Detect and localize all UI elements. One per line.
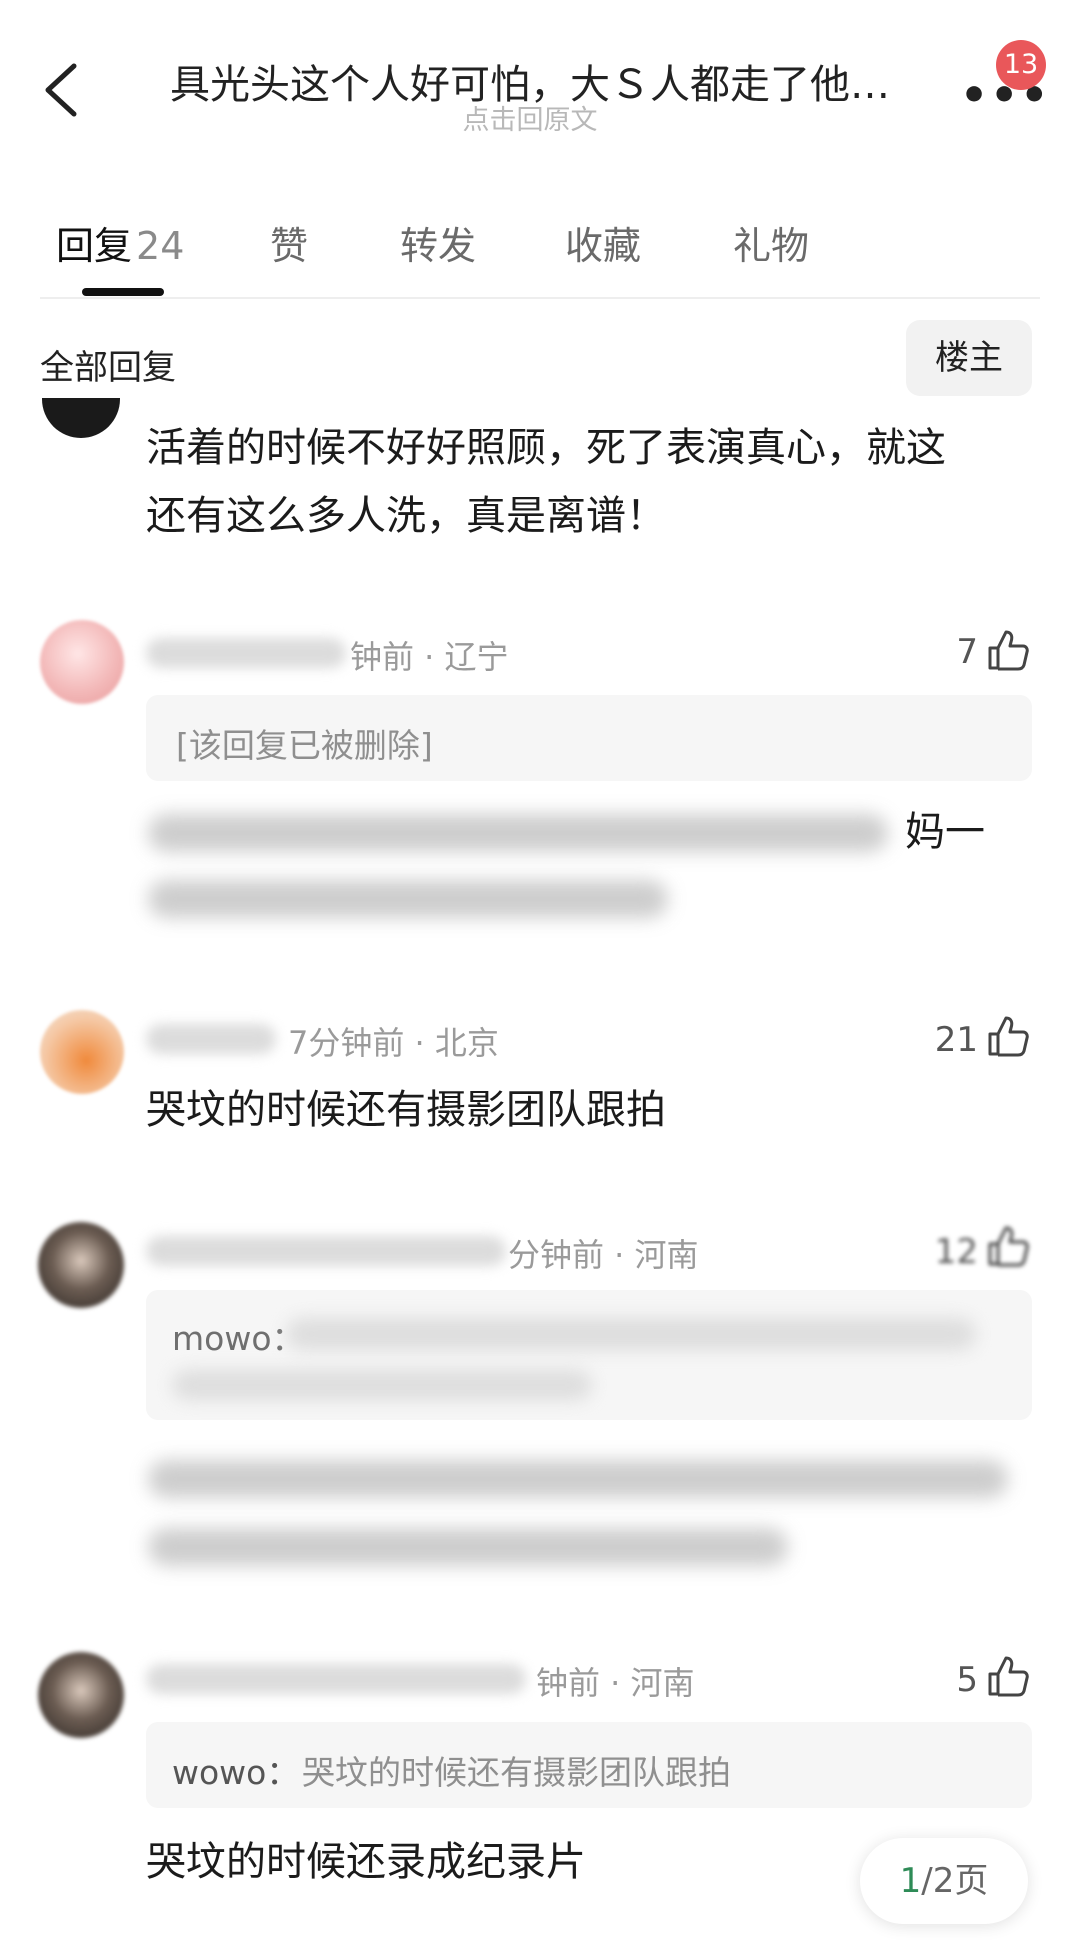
tab-divider xyxy=(40,297,1040,299)
quoted-reply: mowo： xyxy=(146,1290,1032,1420)
avatar[interactable] xyxy=(38,1652,124,1738)
tab-replies-label: 回复 xyxy=(56,224,133,268)
like-count: 12 xyxy=(934,1232,978,1272)
blurred-text xyxy=(286,1318,976,1350)
current-page: 1 xyxy=(899,1861,922,1901)
comment-meta: 钟前 · 辽宁 xyxy=(350,638,509,676)
thumbs-up-icon[interactable] xyxy=(986,1654,1030,1698)
thumbs-up-icon[interactable] xyxy=(986,1014,1030,1058)
tab-reposts[interactable]: 转发 xyxy=(400,215,476,270)
comment-meta: 钟前 · 河南 xyxy=(536,1664,695,1702)
comment-meta: 7分钟前 · 北京 xyxy=(288,1024,499,1062)
active-tab-indicator xyxy=(82,288,164,296)
avatar[interactable] xyxy=(40,620,124,704)
username-blurred[interactable] xyxy=(146,1024,276,1054)
all-replies-heading: 全部回复 xyxy=(40,348,176,388)
like-count: 21 xyxy=(934,1020,978,1060)
quoted-reply-user: wowo： xyxy=(172,1753,300,1792)
username-blurred[interactable] xyxy=(146,1664,526,1694)
blurred-text xyxy=(172,1370,592,1400)
tab-likes[interactable]: 赞 xyxy=(270,215,308,270)
tab-favorites[interactable]: 收藏 xyxy=(565,215,641,270)
blurred-text xyxy=(148,1460,1008,1498)
comment-text-fragment: 妈一 xyxy=(905,809,985,855)
comment-text-line: 活着的时候不好好照顾，死了表演真心，就这 xyxy=(146,425,946,471)
blurred-text xyxy=(148,880,668,918)
like-count: 5 xyxy=(956,1660,978,1700)
thumbs-up-icon[interactable] xyxy=(986,1224,1030,1268)
comment-text-line: 还有这么多人洗，真是离谱！ xyxy=(146,493,666,539)
quoted-reply-text: [该回复已被删除] xyxy=(176,726,433,765)
tab-replies[interactable]: 回复 24 xyxy=(56,215,184,270)
avatar[interactable] xyxy=(42,398,120,438)
blurred-text xyxy=(148,814,888,852)
thumbs-up-icon[interactable] xyxy=(986,628,1030,672)
notification-badge: 13 xyxy=(996,40,1046,90)
pagination-indicator[interactable]: 1/2页 xyxy=(860,1838,1028,1924)
back-arrow-icon[interactable] xyxy=(36,60,96,120)
like-count: 7 xyxy=(956,632,978,672)
tab-replies-count: 24 xyxy=(136,224,185,268)
op-filter-button[interactable]: 楼主 xyxy=(906,320,1032,396)
username-blurred[interactable] xyxy=(146,1236,506,1266)
comment-text: 哭坟的时候还有摄影团队跟拍 xyxy=(146,1087,666,1133)
quoted-reply: [该回复已被删除] xyxy=(146,695,1032,781)
avatar[interactable] xyxy=(38,1222,124,1308)
quoted-reply[interactable]: wowo： 哭坟的时候还有摄影团队跟拍 xyxy=(146,1722,1032,1808)
username-blurred[interactable] xyxy=(146,638,346,668)
quoted-reply-user: mowo： xyxy=(172,1319,305,1358)
comment-text: 哭坟的时候还录成纪录片 xyxy=(146,1839,586,1885)
blurred-text xyxy=(148,1528,788,1566)
comment-meta: 分钟前 · 河南 xyxy=(508,1236,699,1274)
quoted-reply-text: 哭坟的时候还有摄影团队跟拍 xyxy=(302,1753,731,1792)
total-pages: /2页 xyxy=(921,1861,989,1901)
avatar[interactable] xyxy=(40,1010,124,1094)
tab-gifts[interactable]: 礼物 xyxy=(733,215,809,270)
back-to-original-link[interactable]: 点击回原文 xyxy=(120,98,940,137)
